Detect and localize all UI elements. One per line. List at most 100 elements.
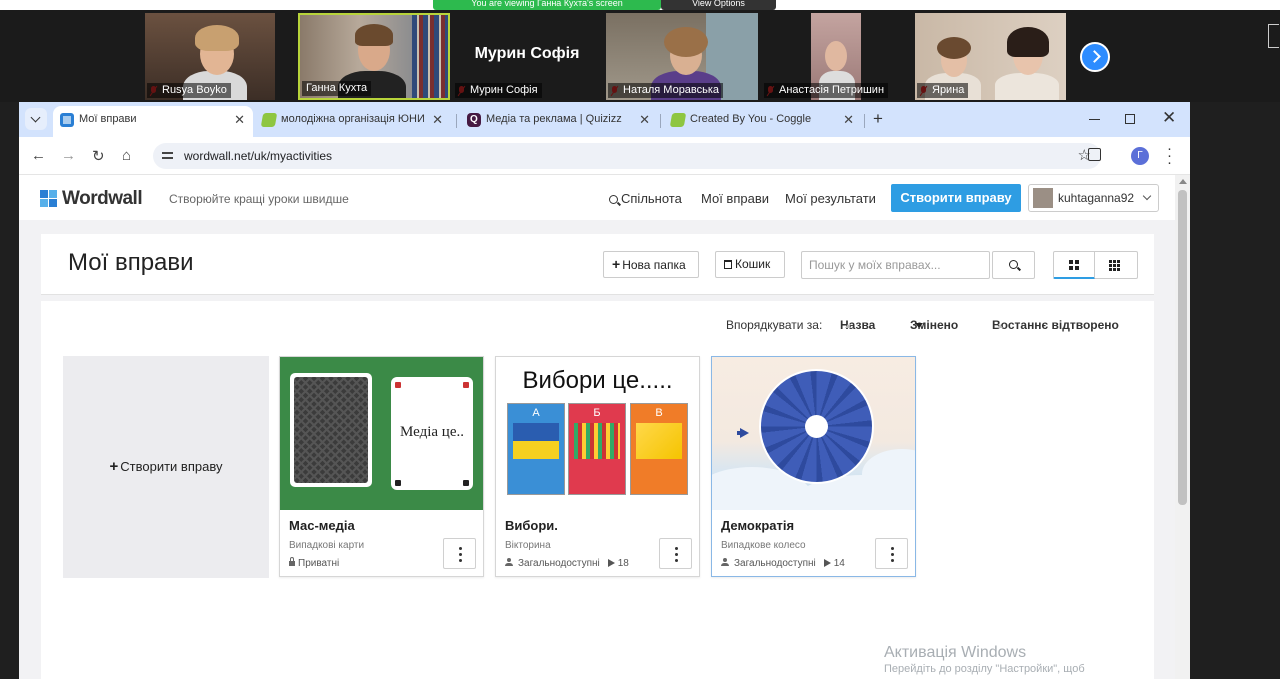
tab-separator — [456, 114, 457, 128]
search-input[interactable]: Пошук у моїх вправах... — [801, 251, 990, 279]
sort-by-last-played[interactable]: Востаннє відтворено — [992, 318, 1119, 332]
scroll-up-icon[interactable] — [1179, 179, 1187, 184]
play-count: 18 — [617, 558, 629, 569]
activity-title[interactable]: Демократія — [721, 518, 794, 533]
tab-quizizz[interactable]: Медіа та реклама | Quizizz ✕ — [460, 106, 658, 137]
sort-asc-icon — [997, 324, 1003, 328]
profile-avatar[interactable]: Г — [1131, 147, 1149, 165]
activity-thumbnail[interactable]: Медіа це.. — [280, 357, 483, 510]
nav-my-activities[interactable]: Мої вправи — [701, 191, 769, 206]
trash-button[interactable]: Кошик — [715, 251, 785, 278]
new-tab-button[interactable]: + — [873, 109, 883, 129]
scrollbar-thumb[interactable] — [1178, 190, 1187, 505]
new-folder-button[interactable]: + Нова папка — [603, 251, 699, 278]
participant-tile[interactable]: Мурин Софія Мурин Софія — [453, 13, 601, 100]
participant-tile[interactable]: Rusya Boyko — [145, 13, 275, 100]
tab-separator — [864, 114, 865, 128]
nav-community[interactable]: Спільнота — [609, 191, 682, 206]
activation-subtitle: Перейдіть до розділу "Настройки", щоб — [884, 663, 1085, 675]
plus-icon: + — [612, 256, 621, 272]
play-count: 14 — [833, 558, 845, 569]
next-participants-button[interactable] — [1080, 42, 1110, 72]
activity-thumbnail[interactable] — [712, 357, 915, 510]
participant-tile[interactable]: Ярина — [915, 13, 1066, 100]
activity-card[interactable]: Медіа це.. Мас-медіа Випадкові карти При… — [279, 356, 484, 577]
back-icon[interactable]: ← — [31, 147, 46, 164]
trash-icon — [724, 260, 732, 269]
activity-visibility: Загальнодоступні 18 — [505, 558, 629, 569]
nav-my-results[interactable]: Мої результати — [785, 191, 876, 206]
sort-by-modified[interactable]: Змінено — [910, 318, 958, 332]
chevron-down-icon — [30, 112, 41, 123]
view-options-button[interactable]: View Options — [661, 0, 776, 10]
search-icon — [609, 195, 618, 204]
search-button[interactable] — [992, 251, 1035, 279]
page-scrollbar[interactable] — [1175, 175, 1190, 679]
participant-tile-active[interactable]: Ганна Кухта — [298, 13, 450, 100]
url-text: wordwall.net/uk/myactivities — [184, 149, 333, 163]
sort-by-name[interactable]: Назва — [840, 318, 875, 332]
trash-label: Кошик — [735, 257, 771, 271]
participant-tile[interactable]: Наталя Моравська — [606, 13, 758, 100]
site-info-icon[interactable] — [162, 150, 173, 161]
wordwall-logo-icon — [40, 190, 58, 208]
create-activity-button[interactable]: Створити вправу — [891, 184, 1021, 212]
home-icon[interactable]: ⌂ — [122, 147, 131, 164]
forward-icon[interactable]: → — [61, 147, 76, 164]
grid-view-large-button[interactable] — [1053, 251, 1095, 279]
sort-last-label: Востаннє відтворено — [992, 318, 1119, 332]
activity-type: Випадкове колесо — [721, 540, 806, 551]
reload-icon[interactable]: ↻ — [92, 147, 105, 165]
close-tab-icon[interactable]: ✕ — [234, 106, 245, 133]
tab-title: Медіа та реклама | Quizizz — [486, 113, 622, 125]
wordwall-logo[interactable]: Wordwall — [40, 188, 150, 209]
windows-activation-watermark: Активація Windows Перейдіть до розділу "… — [884, 644, 1085, 675]
sort-label: Впорядкувати за: — [726, 318, 823, 332]
close-window-icon[interactable]: ✕ — [1162, 108, 1176, 128]
zoom-participant-strip: You are viewing Ганна Кухта's screen Vie… — [0, 0, 1280, 102]
activity-card[interactable]: Вибори це..... А Б В Вибори. Вікторина З… — [495, 356, 700, 577]
close-tab-icon[interactable]: ✕ — [432, 106, 443, 133]
activity-title[interactable]: Мас-медіа — [289, 518, 355, 533]
tab-title: молодіжна організація ЮНИ — [281, 113, 425, 125]
activity-menu-button[interactable] — [659, 538, 692, 569]
zoom-side-control[interactable] — [1262, 10, 1280, 102]
activity-thumbnail[interactable]: Вибори це..... А Б В — [496, 357, 699, 510]
tab-coggle[interactable]: Created By You - Coggle ✕ — [664, 106, 862, 137]
user-menu[interactable]: kuhtaganna92 — [1028, 184, 1159, 212]
create-activity-card[interactable]: + Створити вправу — [63, 356, 269, 578]
activity-menu-button[interactable] — [875, 538, 908, 569]
close-tab-icon[interactable]: ✕ — [639, 106, 650, 133]
card-back-image — [290, 373, 372, 487]
tab-youth-org[interactable]: молодіжна організація ЮНИ ✕ — [255, 106, 451, 137]
card-front-text: Медіа це.. — [400, 424, 464, 440]
browser-toolbar: ← → ↻ ⌂ wordwall.net/uk/myactivities ☆ Г… — [19, 137, 1190, 175]
thumbnail-title: Вибори це..... — [522, 367, 673, 394]
participant-tile[interactable]: Анастасія Петришин — [762, 13, 910, 100]
share-banner: You are viewing Ганна Кухта's screen — [433, 0, 661, 10]
tab-my-activities[interactable]: Мої вправи ✕ — [53, 106, 253, 137]
participant-name: Ганна Кухта — [302, 81, 372, 96]
activity-visibility: Загальнодоступні 14 — [721, 558, 845, 569]
minimize-icon[interactable] — [1089, 119, 1100, 120]
activity-title[interactable]: Вибори. — [505, 518, 558, 533]
site-tagline: Створюйте кращі уроки швидше — [169, 192, 349, 206]
visibility-label: Приватні — [298, 558, 340, 569]
avatar — [1033, 188, 1053, 208]
wordwall-favicon-icon — [60, 113, 74, 127]
close-tab-icon[interactable]: ✕ — [843, 106, 854, 133]
restore-icon[interactable] — [1125, 114, 1135, 124]
activity-menu-button[interactable] — [443, 538, 476, 569]
browser-menu-icon[interactable]: · · · — [1167, 141, 1172, 170]
search-icon — [1009, 260, 1018, 269]
address-bar[interactable]: wordwall.net/uk/myactivities ☆ — [153, 143, 1101, 169]
play-count-icon — [823, 559, 831, 567]
username: kuhtaganna92 — [1058, 191, 1135, 205]
grid-view-small-button[interactable] — [1095, 251, 1138, 279]
nav-community-label: Спільнота — [621, 191, 682, 206]
activity-type: Випадкові карти — [289, 540, 365, 551]
activity-card[interactable]: Демократія Випадкове колесо Загальнодост… — [711, 356, 916, 577]
tab-search-button[interactable] — [25, 108, 47, 130]
extensions-icon[interactable] — [1088, 148, 1101, 161]
option-letter: Б — [593, 407, 601, 419]
